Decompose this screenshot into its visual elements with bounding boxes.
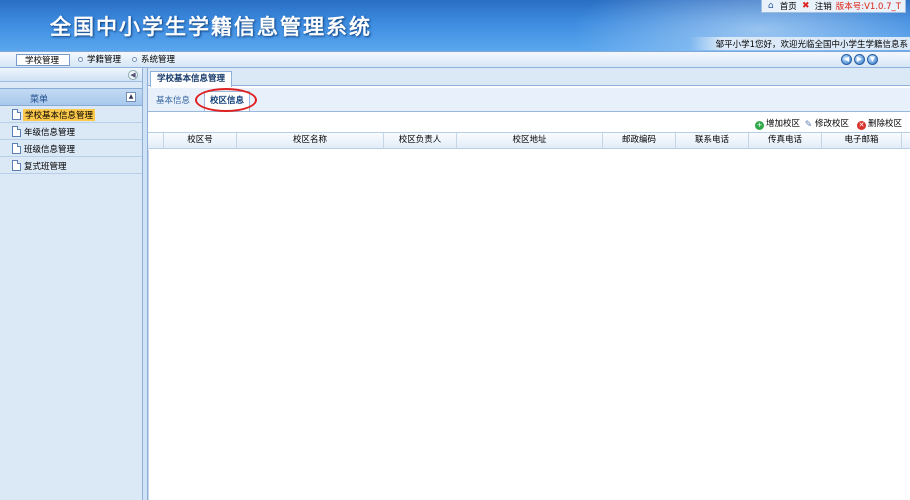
sidebar-item-label: 年级信息管理	[24, 128, 76, 138]
tab-school-basic-info[interactable]: 学校基本信息管理	[150, 71, 233, 87]
column-header-postcode[interactable]: 邮政编码	[603, 133, 676, 149]
row-marker-column	[148, 133, 164, 149]
nav-bullet-icon	[78, 57, 83, 62]
edit-campus-label: 修改校区	[815, 119, 850, 129]
toolbar: + 增加校区 ✎ 修改校区 ✕ 删除校区	[148, 113, 910, 131]
nav-bullet-icon	[132, 57, 137, 62]
add-icon: +	[755, 121, 764, 130]
sidebar-topbar: ◀	[0, 68, 142, 82]
grid-body	[148, 150, 910, 500]
top-links-bar: ⌂ 首页 ✖ 注销 版本号:V1.0.7_T	[760, 0, 906, 13]
sidebar-item-label: 学校基本信息管理	[23, 109, 96, 121]
home-link[interactable]: 首页	[780, 0, 797, 12]
nav-label: 系统管理	[141, 55, 176, 65]
nav-arrow-group: ◀ ▶ ▼	[841, 54, 878, 65]
sidebar-item-class-info[interactable]: 班级信息管理	[0, 140, 142, 157]
nav-system-management[interactable]: 系统管理	[132, 54, 175, 66]
arrow-right-icon[interactable]: ▶	[854, 54, 865, 65]
nav-school-management[interactable]: 学校管理	[16, 54, 70, 66]
document-icon	[12, 126, 21, 137]
delete-campus-button[interactable]: ✕ 删除校区	[857, 117, 902, 130]
app-header: 全国中小学生学籍信息管理系统 ⌂ 首页 ✖ 注销 版本号:V1.0.7_T 邹平…	[0, 0, 910, 51]
add-campus-button[interactable]: + 增加校区	[755, 117, 800, 130]
document-icon	[12, 160, 21, 171]
home-icon[interactable]: ⌂	[766, 1, 776, 11]
arrow-down-icon[interactable]: ▼	[867, 54, 878, 65]
main-tab-strip: 学校基本信息管理	[148, 68, 910, 87]
column-header-campus-address[interactable]: 校区地址	[457, 133, 603, 149]
add-campus-label: 增加校区	[766, 119, 801, 129]
edit-icon: ✎	[804, 120, 813, 130]
logout-link[interactable]: 注销	[815, 0, 832, 12]
menu-title: 菜单	[30, 95, 49, 105]
delete-campus-label: 删除校区	[868, 119, 903, 129]
main-panel: 学校基本信息管理 基本信息 校区信息 + 增加校区 ✎ 修改校区 ✕ 删除校区 校区号…	[147, 68, 910, 500]
column-header-fax[interactable]: 传真电话	[749, 133, 822, 149]
version-label: 版本号:V1.0.7_T	[835, 2, 901, 12]
document-icon	[12, 143, 21, 154]
sidebar-item-grade-info[interactable]: 年级信息管理	[0, 123, 142, 140]
logout-icon[interactable]: ✖	[801, 1, 811, 11]
sidebar-item-multigrade-class[interactable]: 复式班管理	[0, 157, 142, 174]
nav-label: 学籍管理	[87, 55, 122, 65]
column-header-email[interactable]: 电子邮箱	[822, 133, 902, 149]
sidebar-item-label: 复式班管理	[24, 162, 67, 172]
column-header-phone[interactable]: 联系电话	[676, 133, 749, 149]
sidebar-item-label: 班级信息管理	[24, 145, 76, 155]
nav-student-records[interactable]: 学籍管理	[78, 54, 121, 66]
column-header-campus-name[interactable]: 校区名称	[237, 133, 384, 149]
grid-header: 校区号 校区名称 校区负责人 校区地址 邮政编码 联系电话 传真电话 电子邮箱	[148, 132, 910, 149]
highlight-oval	[195, 88, 257, 112]
top-nav: 学校管理 学籍管理 系统管理 ◀ ▶ ▼	[0, 51, 910, 68]
arrow-left-icon[interactable]: ◀	[841, 54, 852, 65]
sidebar: ◀ 菜单 ▲ 学校基本信息管理 年级信息管理 班级信息管理 复式班管理	[0, 68, 143, 500]
delete-icon: ✕	[857, 121, 866, 130]
nav-label: 学校管理	[25, 56, 60, 66]
column-header-campus-head[interactable]: 校区负责人	[384, 133, 457, 149]
sub-tab-strip: 基本信息 校区信息	[148, 88, 910, 112]
menu-header: 菜单 ▲	[0, 88, 142, 106]
welcome-text: 邹平小学1您好，欢迎光临全国中小学生学籍信息系	[715, 40, 908, 50]
menu-collapse-icon[interactable]: ▲	[126, 92, 136, 102]
column-header-campus-no[interactable]: 校区号	[164, 133, 237, 149]
subtab-basic-info[interactable]: 基本信息	[156, 94, 190, 106]
document-icon	[12, 109, 21, 120]
collapse-sidebar-icon[interactable]: ◀	[128, 70, 138, 80]
sidebar-item-school-info[interactable]: 学校基本信息管理	[0, 106, 142, 123]
edit-campus-button[interactable]: ✎ 修改校区	[804, 117, 849, 130]
system-title: 全国中小学生学籍信息管理系统	[50, 15, 372, 39]
